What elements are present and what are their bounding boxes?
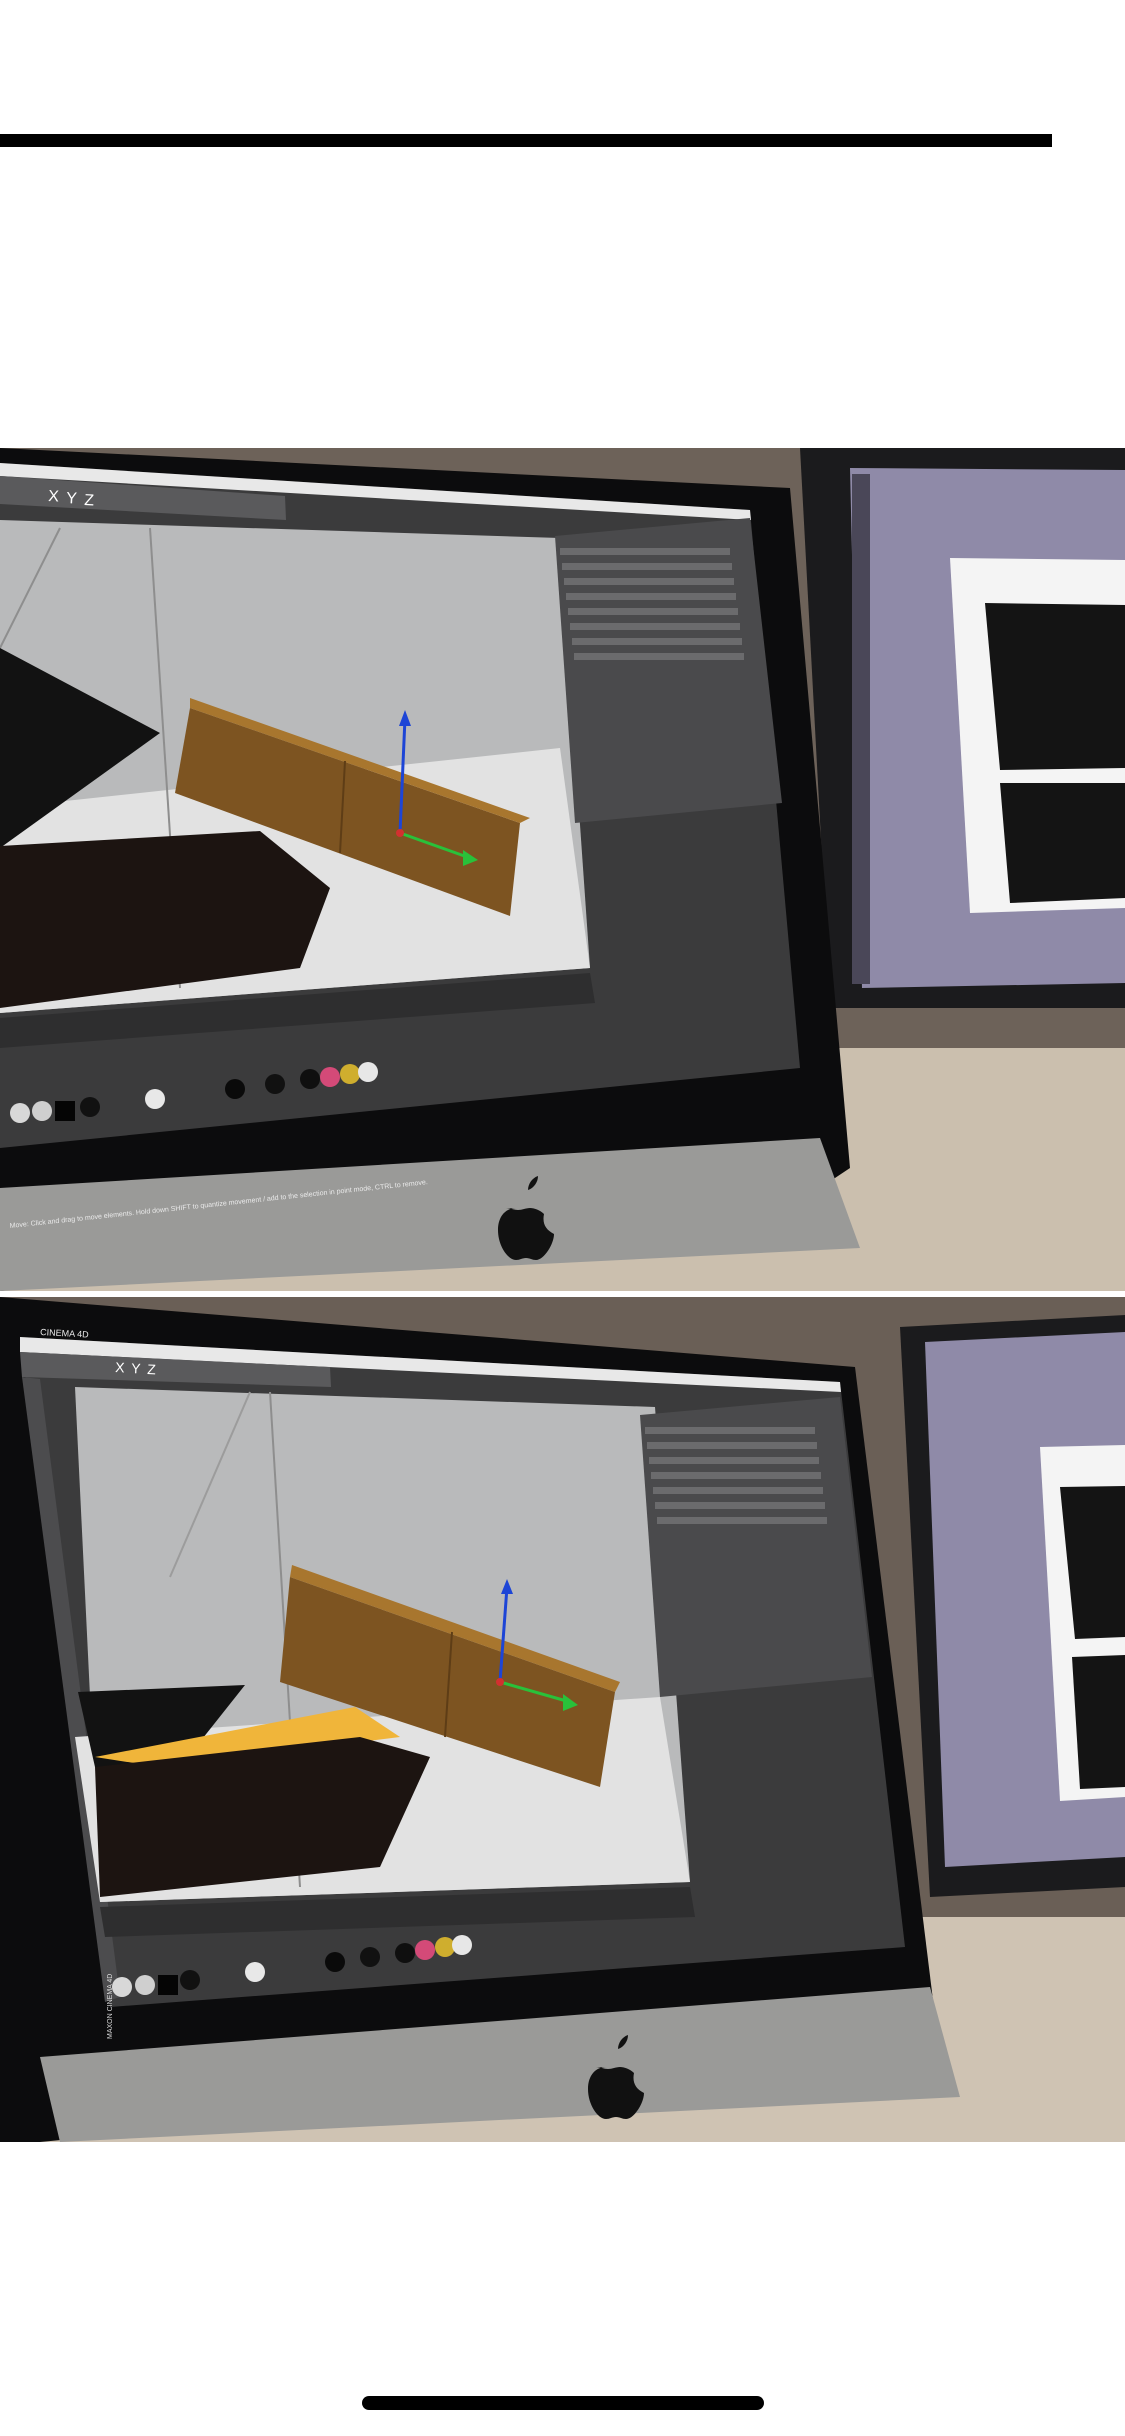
- home-indicator[interactable]: [362, 2396, 764, 2410]
- maxon-side-label: MAXON CINEMA 4D: [107, 1974, 114, 2039]
- axis-x-label: X: [48, 488, 60, 506]
- photo-top: X Y Z Move: Click and drag to move eleme…: [0, 448, 1125, 1291]
- photo-bottom: CINEMA 4D X Y Z MAXON CINEMA 4D: [0, 1297, 1125, 2142]
- axis-y-label: Y: [131, 1360, 142, 1377]
- axis-z-label: Z: [147, 1361, 157, 1377]
- axis-z-label: Z: [84, 492, 95, 510]
- axis-y-label: Y: [66, 490, 78, 508]
- secondary-monitor: [900, 1315, 1125, 1897]
- secondary-monitor: [800, 448, 1125, 1008]
- axis-x-label: X: [115, 1359, 126, 1376]
- top-black-rule: [0, 134, 1052, 147]
